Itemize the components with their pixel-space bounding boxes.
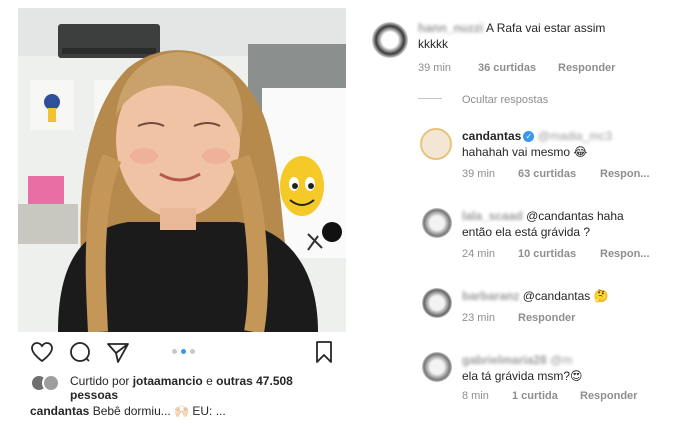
liked-by-user[interactable]: jotaamancio (133, 374, 203, 388)
share-icon[interactable] (106, 340, 130, 364)
comment-meta: 39 min 63 curtidas Respon... (462, 168, 662, 182)
comment-text: candantas ✓ @madia_mc3 hahahah vai mesmo … (462, 128, 612, 160)
comment-time: 24 min (462, 248, 496, 260)
reply-button[interactable]: Responder (558, 62, 615, 74)
avatar[interactable] (420, 128, 452, 160)
thinking-emoji-icon: 🤔 (593, 289, 609, 303)
likes-text: Curtido por jotaamancio e outras 47.508 … (70, 374, 350, 402)
comment-meta: 39 min 36 curtidas Responder (418, 62, 638, 76)
comment-body-line2: kkkkk (418, 37, 448, 51)
avatar (42, 374, 60, 392)
comment-time: 23 min (462, 312, 496, 324)
post-photo[interactable] (18, 8, 346, 332)
comment-meta: 23 min Responder (462, 312, 662, 326)
hide-replies-button[interactable]: Ocultar respostas (462, 94, 548, 106)
heart-icon[interactable] (30, 340, 54, 364)
comment-time: 39 min (462, 168, 496, 180)
liked-by-others[interactable]: outras 47.508 (216, 374, 293, 388)
post-caption: candantas Bebê dormiu... 🙌🏻 EU: ... (30, 404, 226, 418)
caption-username[interactable]: candantas (30, 404, 89, 418)
comment-meta: 8 min 1 curtida Responder (462, 390, 662, 404)
bookmark-icon[interactable] (312, 340, 336, 364)
liked-by-sep: e (206, 374, 213, 388)
liker-avatars[interactable] (30, 374, 64, 394)
comment-body-line2: então ela está grávida ? (462, 225, 591, 239)
comment-text: barbaranz @candantas 🤔 (462, 288, 609, 304)
caption-text: Bebê dormiu... 🙌🏻 EU: ... (92, 404, 226, 418)
comment-username[interactable]: lala_scaad (462, 209, 523, 223)
avatar[interactable] (422, 208, 452, 238)
comment-likes[interactable]: 63 curtidas (518, 168, 576, 180)
comment-likes[interactable]: 36 curtidas (478, 62, 536, 74)
comment-likes[interactable]: 1 curtida (512, 390, 558, 402)
replies-divider (418, 98, 442, 99)
comment-icon[interactable] (68, 340, 92, 364)
comment-body: hahahah vai mesmo 😂 (462, 145, 588, 159)
avatar[interactable] (422, 352, 452, 382)
comment-body: ela tá grávida msm?😍 (462, 369, 583, 383)
comment-body: A Rafa vai estar assim (486, 21, 606, 35)
liked-by-prefix: Curtido por (70, 374, 130, 388)
carousel-indicator (172, 349, 202, 355)
verified-badge-icon: ✓ (523, 131, 535, 143)
reply-button[interactable]: Responder (580, 390, 637, 402)
post-action-bar (30, 340, 336, 366)
comment-mention[interactable]: @candantas (526, 209, 594, 223)
comment-mention[interactable]: @candantas (523, 289, 591, 303)
comment-username[interactable]: gabrielmaria28 (462, 353, 547, 367)
comment-meta: 24 min 10 curtidas Respon... (462, 248, 662, 262)
comment-text: lala_scaad @candantas haha então ela est… (462, 208, 624, 240)
comment-username[interactable]: candantas (462, 129, 521, 143)
reply-button[interactable]: Respon... (600, 248, 650, 260)
avatar[interactable] (422, 288, 452, 318)
liked-by-suffix[interactable]: pessoas (70, 388, 118, 402)
reply-button[interactable]: Responder (518, 312, 575, 324)
comment-mention[interactable]: @m (550, 353, 572, 367)
comment-time: 39 min (418, 62, 452, 74)
comment-likes[interactable]: 10 curtidas (518, 248, 576, 260)
comment-username[interactable]: hann_nuzzi (418, 21, 483, 35)
comment-time: 8 min (462, 390, 489, 402)
comment-text: gabrielmaria28 @m ela tá grávida msm?😍 (462, 352, 583, 384)
reply-button[interactable]: Respon... (600, 168, 650, 180)
comment-username[interactable]: barbaranz (462, 289, 519, 303)
comment-text: hann_nuzzi A Rafa vai estar assim kkkkk (418, 20, 605, 52)
avatar[interactable] (372, 22, 408, 58)
comment-body: haha (596, 209, 624, 223)
comment-mention[interactable]: @madia_mc3 (538, 129, 612, 143)
likes-summary: Curtido por jotaamancio e outras 47.508 … (30, 372, 350, 402)
